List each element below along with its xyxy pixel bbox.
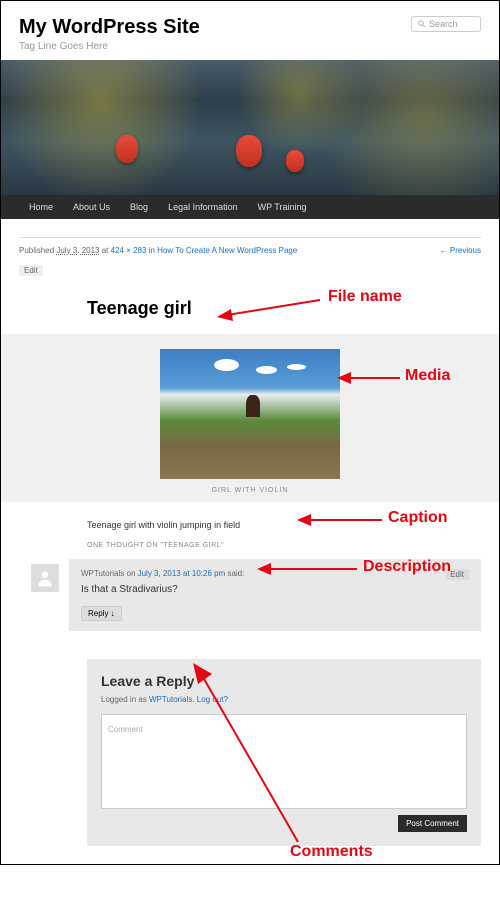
- comment-author: WPTutorials: [81, 569, 124, 578]
- logged-in-text: Logged in as WPTutorials. Log out?: [101, 695, 467, 704]
- search-icon: [418, 20, 426, 28]
- annotation-file-name: File name: [328, 288, 402, 306]
- logged-user-link[interactable]: WPTutorials: [149, 695, 192, 704]
- site-tagline: Tag Line Goes Here: [19, 41, 481, 52]
- annotation-description: Description: [363, 558, 451, 576]
- meta-date: July 3, 2013: [56, 246, 99, 255]
- reply-form: Leave a Reply Logged in as WPTutorials. …: [87, 659, 481, 846]
- attachment-image[interactable]: [160, 349, 340, 479]
- header-banner: [1, 60, 499, 195]
- avatar: [31, 564, 59, 592]
- post-comment-button[interactable]: Post Comment: [398, 815, 467, 832]
- nav-training[interactable]: WP Training: [248, 195, 317, 219]
- annotation-comments: Comments: [290, 843, 373, 861]
- comment-text: Is that a Stradivarius?: [81, 584, 469, 595]
- nav-legal[interactable]: Legal Information: [158, 195, 248, 219]
- comment-date-link[interactable]: July 3, 2013 at 10:26 pm: [138, 569, 226, 578]
- attachment-meta: ← Previous Published July 3, 2013 at 424…: [19, 237, 481, 255]
- reply-button[interactable]: Reply ↓: [81, 606, 122, 621]
- main-nav: Home About Us Blog Legal Information WP …: [1, 195, 499, 219]
- prev-link[interactable]: ← Previous: [440, 246, 481, 255]
- nav-blog[interactable]: Blog: [120, 195, 158, 219]
- reply-title: Leave a Reply: [101, 673, 467, 689]
- comments-heading: ONE THOUGHT ON "TEENAGE GIRL": [87, 542, 481, 549]
- nav-about[interactable]: About Us: [63, 195, 120, 219]
- annotation-media: Media: [405, 367, 450, 385]
- site-header: My WordPress Site Tag Line Goes Here Sea…: [1, 1, 499, 60]
- media-container: GIRL WITH VIOLIN: [1, 334, 499, 502]
- comment-textarea[interactable]: Comment: [101, 714, 467, 809]
- meta-dims-link[interactable]: 424 × 283: [111, 246, 147, 255]
- logout-link[interactable]: Log out?: [197, 695, 228, 704]
- search-input[interactable]: Search: [411, 16, 481, 32]
- edit-page-link[interactable]: Edit: [19, 265, 43, 276]
- page-title: Teenage girl: [87, 298, 481, 319]
- nav-home[interactable]: Home: [19, 195, 63, 219]
- meta-parent-link[interactable]: How To Create A New WordPress Page: [157, 246, 297, 255]
- search-placeholder: Search: [429, 19, 458, 29]
- annotation-caption: Caption: [388, 509, 448, 527]
- image-caption: GIRL WITH VIOLIN: [1, 487, 499, 494]
